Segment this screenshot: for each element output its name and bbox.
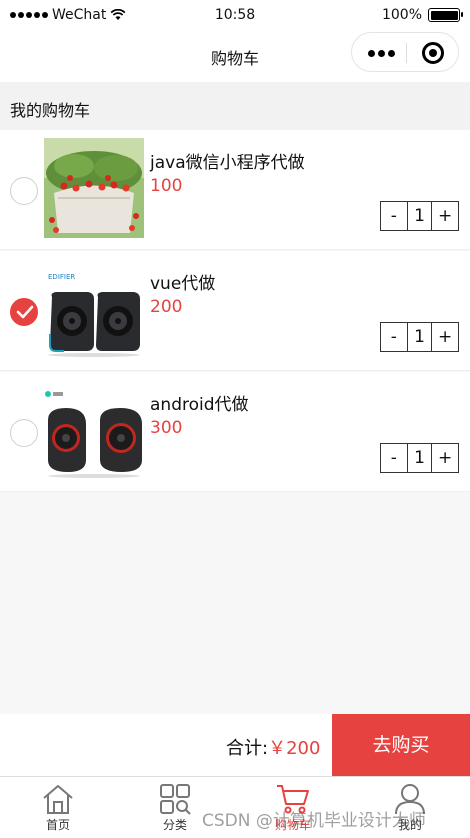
battery-percent: 100%	[381, 7, 422, 23]
decrease-button[interactable]: -	[381, 323, 407, 351]
quantity-stepper: - 1 +	[380, 322, 459, 352]
tab-home[interactable]: 首页	[28, 783, 88, 833]
product-thumbnail	[44, 380, 144, 480]
speakers-image	[44, 380, 144, 480]
increase-button[interactable]: +	[432, 323, 458, 351]
total-label: 合计:	[226, 738, 269, 759]
checkmark-icon	[16, 305, 34, 319]
mini-program-capsule[interactable]	[351, 32, 459, 72]
quantity-value[interactable]: 1	[406, 444, 433, 472]
category-icon	[160, 784, 191, 815]
quantity-stepper: - 1 +	[380, 201, 459, 231]
product-name: android代做	[150, 395, 249, 415]
product-name: java微信小程序代做	[150, 153, 305, 173]
total-amount: ￥200	[268, 738, 321, 759]
brand-logo-text: EDIFIER	[48, 273, 75, 281]
checkout-bar: 合计:￥200 去购买	[0, 714, 470, 776]
decrease-button[interactable]: -	[381, 202, 407, 230]
increase-button[interactable]: +	[432, 202, 458, 230]
nav-bar: 购物车	[0, 32, 470, 82]
product-price: 100	[150, 176, 183, 196]
product-price: 200	[150, 297, 183, 317]
more-icon[interactable]	[368, 50, 395, 57]
total-price: 合计:￥200	[226, 734, 320, 760]
quantity-stepper: - 1 +	[380, 443, 459, 473]
capsule-divider	[406, 43, 407, 63]
product-thumbnail	[44, 138, 144, 238]
cart-item: java微信小程序代做 100 - 1 +	[0, 130, 470, 250]
item-checkbox[interactable]	[10, 177, 38, 205]
product-thumbnail: EDIFIER	[44, 259, 144, 359]
battery-icon	[428, 8, 463, 22]
speakers-image: EDIFIER	[44, 259, 144, 359]
cart-item: android代做 300 - 1 +	[0, 372, 470, 492]
item-checkbox-checked[interactable]	[10, 298, 38, 326]
strawberry-plant-image	[44, 138, 144, 238]
quantity-value[interactable]: 1	[406, 202, 433, 230]
quantity-value[interactable]: 1	[406, 323, 433, 351]
status-bar: WeChat 10:58 100%	[0, 0, 470, 32]
watermark: CSDN @计算机毕业设计大师	[202, 811, 426, 831]
product-price: 300	[150, 418, 183, 438]
section-header: 我的购物车	[0, 82, 470, 130]
tab-label: 分类	[162, 818, 187, 832]
cart-item: EDIFIER vue代做 200 - 1 +	[0, 251, 470, 371]
item-checkbox[interactable]	[10, 419, 38, 447]
product-name: vue代做	[150, 274, 216, 294]
tab-category[interactable]: 分类	[145, 783, 205, 833]
increase-button[interactable]: +	[432, 444, 458, 472]
checkout-button[interactable]: 去购买	[332, 714, 470, 776]
tab-label: 首页	[45, 818, 70, 832]
home-icon	[43, 785, 73, 814]
close-target-icon[interactable]	[422, 42, 444, 64]
decrease-button[interactable]: -	[381, 444, 407, 472]
